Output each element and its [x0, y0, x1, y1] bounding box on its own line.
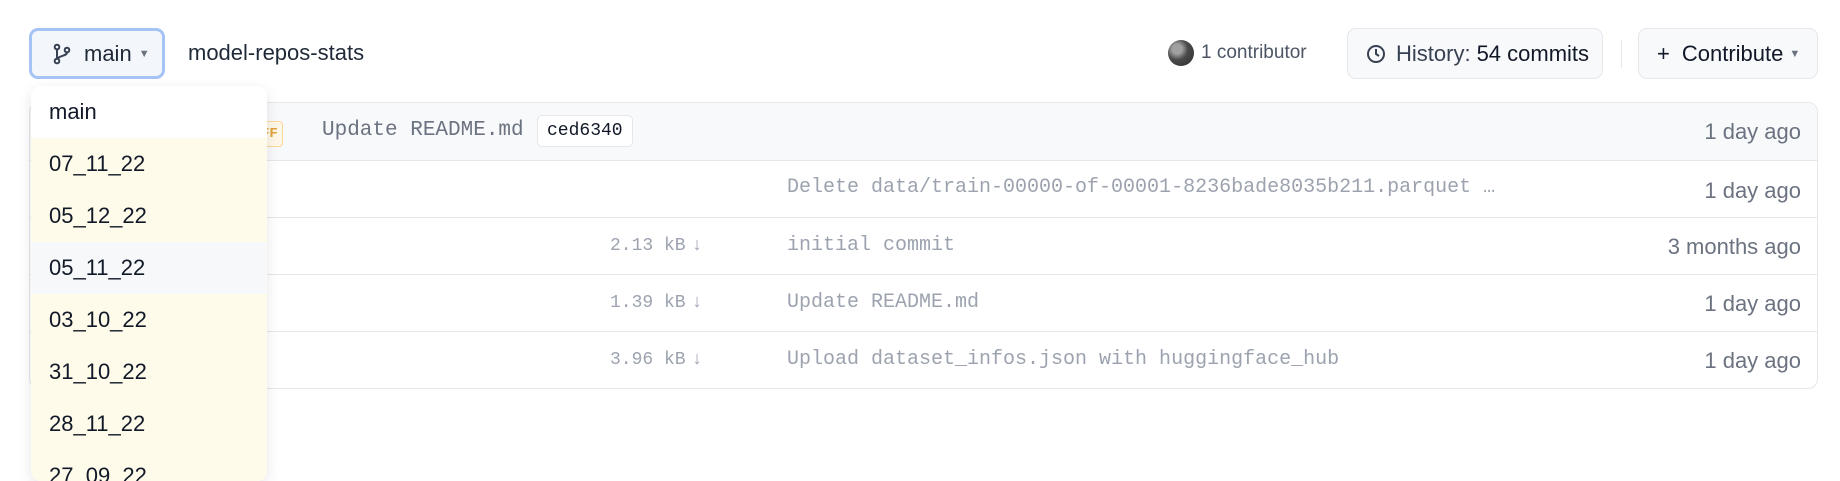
- file-size[interactable]: 3.96 kB ↓: [610, 350, 702, 370]
- branch-option[interactable]: 05_11_22: [31, 242, 267, 294]
- branch-option[interactable]: 31_10_22: [31, 346, 267, 398]
- last-commit-message[interactable]: Update README.md: [322, 119, 524, 142]
- download-arrow-icon: ↓: [691, 350, 703, 370]
- file-commit-time: 1 day ago: [1704, 291, 1801, 316]
- contributors-link[interactable]: 1 contributor: [1168, 40, 1307, 66]
- file-commit-message[interactable]: Delete data/train-00000-of-00001-8236bad…: [787, 176, 1495, 199]
- table-row[interactable]: 3.96 kB ↓ Upload dataset_infos.json with …: [30, 331, 1817, 388]
- file-commit-time: 3 months ago: [1667, 234, 1801, 259]
- git-branch-icon: [52, 43, 72, 65]
- commit-hash-badge[interactable]: ced6340: [537, 115, 633, 147]
- table-row[interactable]: Delete data/train-00000-of-00001-8236bad…: [30, 160, 1817, 217]
- branch-option[interactable]: 27_09_22: [31, 450, 267, 481]
- file-size-value: 1.39 kB: [610, 293, 686, 313]
- contribute-button[interactable]: + Contribute ▼: [1638, 28, 1818, 79]
- download-arrow-icon: ↓: [691, 236, 703, 256]
- history-count: 54 commits: [1476, 40, 1590, 66]
- branch-option[interactable]: 03_10_22: [31, 294, 267, 346]
- file-size[interactable]: 1.39 kB ↓: [610, 293, 702, 313]
- file-size-value: 3.96 kB: [610, 350, 686, 370]
- branch-selector-label: main: [84, 40, 132, 66]
- branch-option[interactable]: 05_12_22: [31, 190, 267, 242]
- chevron-down-icon: ▼: [138, 47, 150, 60]
- download-arrow-icon: ↓: [691, 293, 703, 313]
- contribute-label: Contribute: [1681, 40, 1784, 66]
- branch-selector-button[interactable]: main ▼: [29, 28, 165, 79]
- contributors-label: 1 contributor: [1201, 42, 1307, 63]
- file-commit-message[interactable]: Update README.md: [787, 291, 979, 314]
- last-commit-row: FF Update README.md ced6340 1 day ago: [30, 103, 1817, 160]
- file-commit-time: 1 day ago: [1704, 348, 1801, 373]
- repo-header: main ▼ model-repos-stats 1 contributor H…: [0, 0, 1840, 100]
- history-prefix: History:: [1396, 40, 1471, 66]
- branch-option[interactable]: 28_11_22: [31, 398, 267, 450]
- file-commit-time: 1 day ago: [1704, 178, 1801, 203]
- repo-name[interactable]: model-repos-stats: [188, 40, 364, 66]
- divider: [1621, 40, 1622, 68]
- branch-option-main[interactable]: main: [31, 86, 267, 138]
- avatar: [1168, 40, 1194, 66]
- file-commit-message[interactable]: initial commit: [787, 234, 955, 257]
- branch-option[interactable]: 07_11_22: [31, 138, 267, 190]
- file-commit-message[interactable]: Upload dataset_infos.json with huggingfa…: [787, 348, 1339, 371]
- branch-dropdown: main 07_11_22 05_12_22 05_11_22 03_10_22…: [31, 86, 267, 481]
- file-table: FF Update README.md ced6340 1 day ago De…: [29, 102, 1818, 389]
- file-size[interactable]: 2.13 kB ↓: [610, 236, 702, 256]
- last-commit-time: 1 day ago: [1704, 119, 1801, 144]
- table-row[interactable]: 1.39 kB ↓ Update README.md 1 day ago: [30, 274, 1817, 331]
- table-row[interactable]: 2.13 kB ↓ initial commit 3 months ago: [30, 217, 1817, 274]
- clock-icon: [1367, 44, 1385, 63]
- chevron-down-icon: ▼: [1789, 47, 1801, 60]
- history-button[interactable]: History: 54 commits: [1347, 28, 1603, 79]
- file-size-value: 2.13 kB: [610, 236, 686, 256]
- plus-icon: +: [1657, 40, 1670, 66]
